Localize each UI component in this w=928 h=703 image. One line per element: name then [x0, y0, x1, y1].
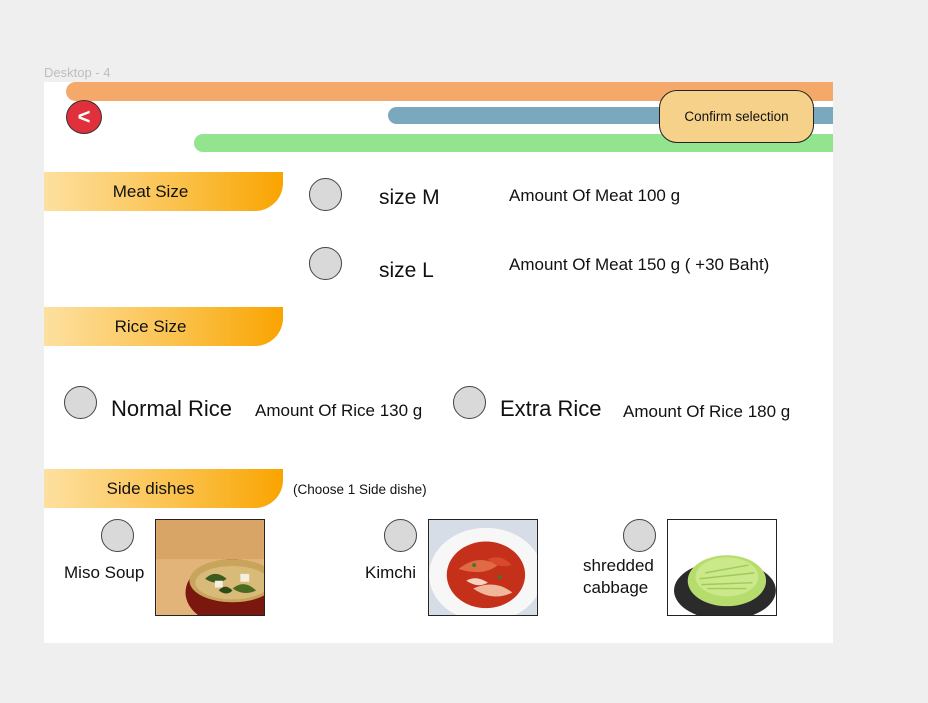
size-m-amount: Amount Of Meat 100 g	[509, 186, 681, 205]
side-dishes-note: (Choose 1 Side dishe)	[293, 482, 427, 497]
miso-soup-label: Miso Soup	[64, 563, 145, 582]
radio-size-l[interactable]	[309, 247, 342, 280]
radio-size-m[interactable]	[309, 178, 342, 211]
shredded-cabbage-label-line1: shredded	[583, 556, 654, 575]
desktop-frame: < Confirm selection Meat Size size M Amo…	[44, 82, 833, 643]
normal-rice-label: Normal Rice	[111, 396, 233, 421]
shredded-cabbage-image	[668, 520, 776, 615]
size-l-amount: Amount Of Meat 150 g ( +30 Baht)	[509, 255, 770, 274]
confirm-selection-button[interactable]: Confirm selection	[659, 90, 814, 143]
meat-size-heading: Meat Size	[44, 172, 283, 211]
kimchi-photo[interactable]	[428, 519, 538, 616]
radio-kimchi[interactable]	[384, 519, 417, 552]
size-l-label: size L	[379, 259, 434, 282]
radio-normal-rice[interactable]	[64, 386, 97, 419]
rice-size-heading: Rice Size	[44, 307, 283, 346]
size-m-label: size M	[379, 186, 440, 209]
radio-extra-rice[interactable]	[453, 386, 486, 419]
miso-soup-photo[interactable]	[155, 519, 265, 616]
frame-label: Desktop - 4	[44, 65, 111, 80]
back-button[interactable]: <	[66, 100, 102, 134]
extra-rice-amount: Amount Of Rice 180 g	[623, 402, 791, 421]
shredded-cabbage-label-line2: cabbage	[583, 578, 649, 597]
shredded-cabbage-photo[interactable]	[667, 519, 777, 616]
miso-soup-image	[156, 520, 264, 615]
normal-rice-amount: Amount Of Rice 130 g	[255, 401, 423, 420]
kimchi-label: Kimchi	[365, 563, 417, 582]
extra-rice-label: Extra Rice	[500, 396, 602, 421]
radio-miso-soup[interactable]	[101, 519, 134, 552]
kimchi-image	[429, 520, 537, 615]
side-dishes-heading: Side dishes	[44, 469, 283, 508]
back-arrow-icon: <	[77, 104, 91, 129]
radio-shredded-cabbage[interactable]	[623, 519, 656, 552]
